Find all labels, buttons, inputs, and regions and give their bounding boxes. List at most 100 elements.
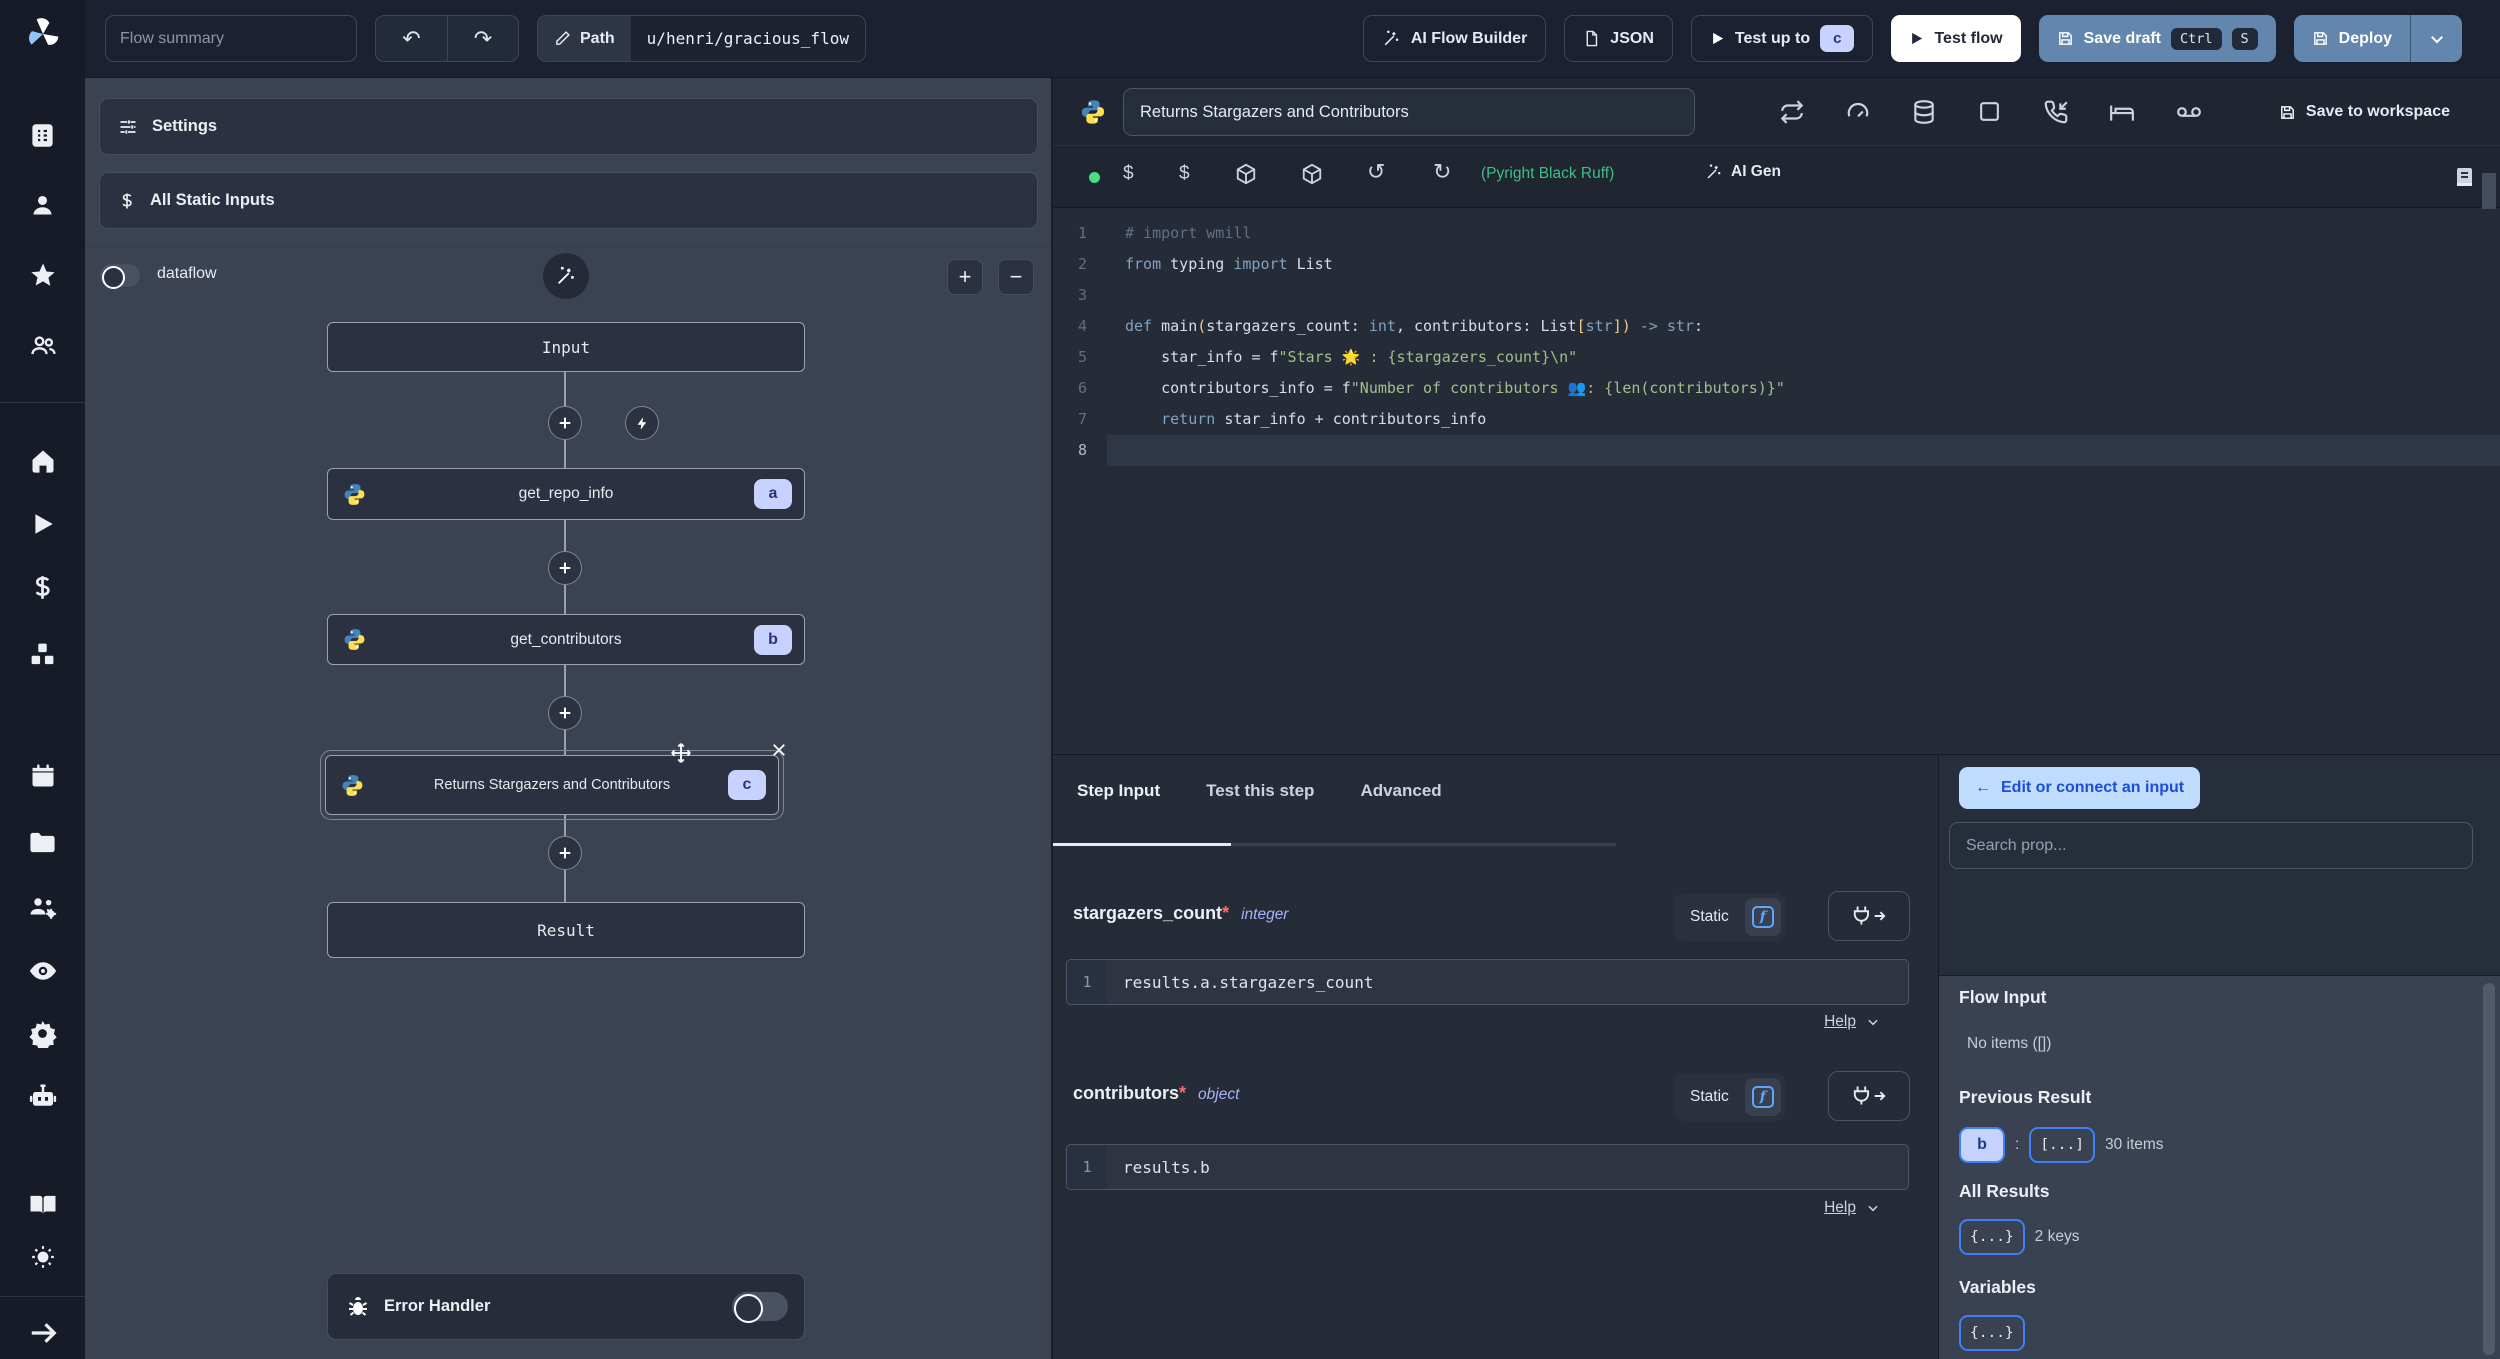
prev-result-key-badge[interactable]: b bbox=[1959, 1127, 2005, 1163]
docs-book-icon[interactable] bbox=[0, 1189, 85, 1219]
groups-cog-icon[interactable] bbox=[0, 892, 85, 922]
concurrency-square-icon[interactable] bbox=[1977, 99, 2002, 124]
resources-boxes-icon[interactable] bbox=[0, 640, 85, 669]
package-icon[interactable] bbox=[1301, 163, 1323, 185]
test-up-to-button[interactable]: Test up to c bbox=[1690, 15, 1874, 62]
assets-dollar-icon[interactable]: $ bbox=[1123, 163, 1134, 185]
connect-input-button-stargazers[interactable] bbox=[1828, 891, 1910, 941]
home-icon[interactable] bbox=[0, 447, 85, 475]
add-step-button[interactable] bbox=[548, 406, 582, 440]
editor-toolbar: $ $ ↺ ↻ (Pyright Black Ruff) AI Gen bbox=[1053, 146, 2500, 208]
voicemail-icon[interactable] bbox=[2175, 99, 2203, 125]
runs-play-icon[interactable] bbox=[0, 511, 85, 537]
zoom-in-button[interactable]: + bbox=[947, 259, 983, 295]
robot-icon[interactable] bbox=[0, 1082, 85, 1112]
static-toggle-contributors[interactable]: Static f bbox=[1673, 1073, 1786, 1121]
help-link[interactable]: Help bbox=[1824, 1199, 1880, 1217]
save-icon bbox=[2312, 30, 2329, 47]
wand-icon bbox=[1705, 163, 1723, 181]
star-icon[interactable] bbox=[0, 261, 85, 289]
undo-icon[interactable]: ↺ bbox=[1367, 159, 1385, 185]
input-node[interactable]: Input bbox=[327, 322, 805, 372]
all-results-object-badge[interactable]: {...} bbox=[1959, 1219, 2025, 1255]
windmill-logo-icon[interactable] bbox=[0, 14, 85, 54]
retry-icon[interactable] bbox=[1779, 99, 1805, 125]
props-scrollbar-thumb[interactable] bbox=[2483, 983, 2495, 1355]
expr-input-stargazers[interactable]: 1 results.a.stargazers_count bbox=[1066, 959, 1909, 1005]
ai-gen-button[interactable]: AI Gen bbox=[1705, 163, 1781, 181]
prev-result-count: 30 items bbox=[2104, 1136, 2164, 1153]
settings-box[interactable]: Settings bbox=[99, 98, 1038, 155]
settings-gear-icon[interactable] bbox=[0, 1019, 85, 1048]
step-id-badge: b bbox=[754, 624, 792, 655]
path-group[interactable]: Path u/henri/gracious_flow bbox=[537, 15, 866, 62]
collapse-arrow-icon[interactable] bbox=[0, 1318, 85, 1348]
eye-icon[interactable] bbox=[0, 956, 85, 986]
redo-icon[interactable]: ↻ bbox=[1433, 159, 1451, 185]
function-mode-icon[interactable]: f bbox=[1744, 898, 1781, 936]
expr-input-contributors[interactable]: 1 results.b bbox=[1066, 1144, 1909, 1190]
all-static-inputs-box[interactable]: All Static Inputs bbox=[99, 172, 1038, 229]
play-icon bbox=[1909, 31, 1924, 46]
move-step-handle[interactable] bbox=[670, 742, 692, 764]
add-step-button[interactable] bbox=[548, 696, 582, 730]
save-draft-button[interactable]: Save draft Ctrl S bbox=[2038, 15, 2276, 62]
phone-incoming-icon[interactable] bbox=[2043, 99, 2069, 125]
folders-icon[interactable] bbox=[0, 828, 85, 857]
gauge-icon[interactable] bbox=[1845, 99, 1871, 125]
function-mode-icon[interactable]: f bbox=[1744, 1078, 1781, 1116]
edit-or-connect-button[interactable]: ← Edit or connect an input bbox=[1959, 767, 2201, 809]
zoom-out-button[interactable]: − bbox=[998, 259, 1034, 295]
cache-database-icon[interactable] bbox=[1911, 99, 1937, 125]
variables-dollar-icon[interactable] bbox=[0, 574, 85, 601]
sleep-bed-icon[interactable] bbox=[2109, 99, 2135, 125]
connect-input-button-contributors[interactable] bbox=[1828, 1071, 1910, 1121]
ai-flow-builder-button[interactable]: AI Flow Builder bbox=[1362, 15, 1547, 62]
redo-button[interactable]: ↷ bbox=[447, 16, 518, 61]
pencil-icon bbox=[554, 30, 571, 47]
json-button[interactable]: JSON bbox=[1564, 15, 1673, 62]
help-link[interactable]: Help bbox=[1824, 1013, 1880, 1031]
flow-summary-input[interactable] bbox=[105, 15, 357, 62]
delete-step-icon[interactable] bbox=[770, 741, 788, 759]
vars-dollar-icon[interactable]: $ bbox=[1179, 163, 1190, 185]
test-flow-button[interactable]: Test flow bbox=[1891, 15, 2021, 62]
prev-result-array-badge[interactable]: [...] bbox=[2029, 1127, 2095, 1163]
tab-advanced[interactable]: Advanced bbox=[1360, 781, 1441, 801]
result-node[interactable]: Result bbox=[327, 902, 805, 958]
library-icon[interactable] bbox=[2452, 165, 2476, 189]
theme-sun-icon[interactable] bbox=[0, 1244, 85, 1270]
flow-graph-panel: Settings All Static Inputs dataflow + − … bbox=[85, 78, 1052, 1359]
dataflow-toggle[interactable] bbox=[100, 264, 140, 289]
deploy-dropdown-chevron[interactable] bbox=[2410, 15, 2462, 62]
error-handler-toggle[interactable] bbox=[732, 1292, 788, 1323]
editor-scrollbar-thumb[interactable] bbox=[2482, 173, 2496, 209]
step-title-input[interactable] bbox=[1123, 88, 1695, 136]
field-type: object bbox=[1198, 1086, 1240, 1103]
python-icon bbox=[342, 482, 367, 507]
static-toggle-stargazers[interactable]: Static f bbox=[1673, 893, 1786, 941]
code-area[interactable]: 12345678 # import wmill from typing impor… bbox=[1053, 208, 2500, 754]
error-handler-box[interactable]: Error Handler bbox=[327, 1273, 805, 1340]
tab-step-input[interactable]: Step Input bbox=[1077, 781, 1160, 801]
variables-object-badge[interactable]: {...} bbox=[1959, 1315, 2025, 1351]
tab-test-this-step[interactable]: Test this step bbox=[1206, 781, 1314, 801]
step-node-a[interactable]: get_repo_info a bbox=[327, 468, 805, 520]
step-node-b[interactable]: get_contributors b bbox=[327, 614, 805, 665]
undo-button[interactable]: ↶ bbox=[376, 16, 447, 61]
path-value[interactable]: u/henri/gracious_flow bbox=[630, 16, 865, 61]
save-to-workspace-button[interactable]: Save to workspace bbox=[2279, 78, 2450, 146]
lint-status[interactable]: (Pyright Black Ruff) bbox=[1481, 165, 1614, 183]
trigger-bolt-button[interactable] bbox=[625, 406, 659, 440]
package-icon[interactable] bbox=[1235, 163, 1257, 185]
user-icon[interactable] bbox=[0, 192, 85, 219]
graph-wand-button[interactable] bbox=[543, 253, 589, 299]
step-node-c-selected[interactable]: Returns Stargazers and Contributors c bbox=[320, 743, 785, 820]
add-step-button[interactable] bbox=[548, 551, 582, 585]
workspace-grid-icon[interactable] bbox=[0, 122, 85, 149]
deploy-button[interactable]: Deploy bbox=[2293, 15, 2410, 62]
schedules-calendar-icon[interactable] bbox=[0, 762, 85, 790]
users-icon[interactable] bbox=[0, 332, 85, 360]
search-prop-input[interactable] bbox=[1949, 822, 2473, 869]
add-step-button[interactable] bbox=[548, 836, 582, 870]
